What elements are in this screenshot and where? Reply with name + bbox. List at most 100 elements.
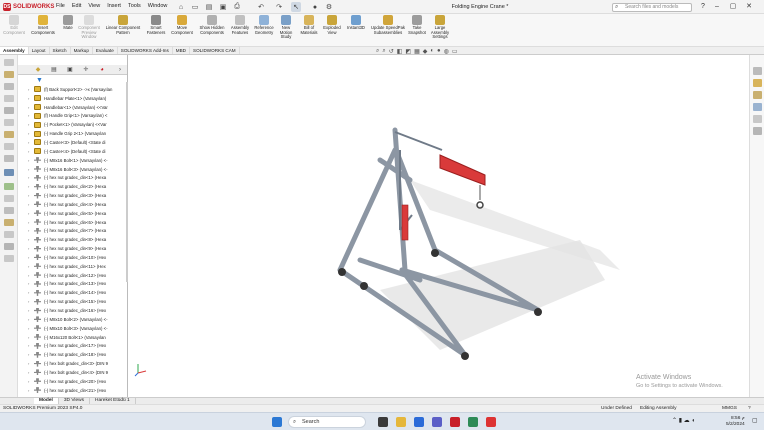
tree-item[interactable]: › (-) hex nut gradec_din<20> (Hex — [28, 377, 127, 386]
menu-tools[interactable]: Tools — [128, 3, 141, 9]
assembly-features-button[interactable]: Assembly Features — [229, 15, 251, 35]
display-manager-tab-icon[interactable]: ◕ — [96, 66, 108, 74]
reference-geometry-button[interactable]: Reference Geometry — [252, 15, 276, 35]
expand-arrow-icon[interactable]: › — [28, 202, 34, 207]
menu-edit[interactable]: Edit — [72, 3, 81, 9]
menu-view[interactable]: View — [88, 3, 100, 9]
expand-arrow-icon[interactable]: › — [28, 220, 34, 225]
tool-icon[interactable] — [4, 169, 14, 176]
tree-item[interactable]: › (f) Handle Grip<1> (Varsayılan) < — [28, 112, 127, 121]
task-view-icon[interactable] — [378, 417, 388, 427]
view-orientation-icon[interactable]: ▦ — [414, 48, 420, 55]
tree-item[interactable]: › (f) Back Support<2> ->x (Varsayılan — [28, 85, 127, 94]
tree-item[interactable]: › (-) hex nut gradec_din<9> (Hexa — [28, 244, 127, 253]
tree-item[interactable]: › (-) hex nut gradec_din<17> (Hex — [28, 341, 127, 350]
options-gear-icon[interactable]: ⚙ — [324, 2, 334, 12]
tool-icon[interactable] — [4, 131, 14, 138]
tree-item[interactable]: › (-) hex nut gradec_din<21> (Hex — [28, 386, 127, 395]
linear-component-pattern-button[interactable]: Linear Component Pattern — [103, 15, 143, 35]
tool-icon[interactable] — [4, 107, 14, 114]
search-input[interactable]: ⌕ Search files and models — [612, 3, 692, 12]
store-icon[interactable] — [432, 417, 442, 427]
notifications-icon[interactable]: ▢ — [752, 417, 758, 424]
hide-show-items-icon[interactable]: ◐ — [430, 48, 434, 55]
tree-item[interactable]: › (-) hex nut gradec_din<15> (Hex — [28, 297, 127, 306]
save-icon[interactable]: ▣ — [218, 2, 228, 12]
view-palette-icon[interactable] — [753, 103, 762, 111]
tool-icon[interactable] — [4, 143, 14, 150]
expand-arrow-icon[interactable]: › — [28, 326, 34, 331]
move-component-button[interactable]: Move Component — [169, 15, 195, 35]
design-library-icon[interactable] — [753, 79, 762, 87]
tree-item[interactable]: › (-) M8x16 Bolt<1> (Varsayılan) <- — [28, 156, 127, 165]
maximize-icon[interactable]: ▢ — [728, 2, 738, 12]
tree-item[interactable]: › (-) hex nut gradec_din<12> (Hex — [28, 271, 127, 280]
appearances-icon[interactable] — [753, 115, 762, 123]
tree-item[interactable]: › (-) hex nut gradec_din<14> (Hex — [28, 288, 127, 297]
feature-manager-tab-icon[interactable]: ◆ — [32, 66, 44, 74]
tool-icon[interactable] — [4, 155, 14, 162]
apply-scene-icon[interactable]: ◍ — [444, 48, 449, 55]
tab-markup[interactable]: Markup — [71, 47, 93, 54]
tree-item[interactable]: › (-) hex nut gradec_din<5> (Hexa — [28, 209, 127, 218]
tab-evaluate[interactable]: Evaluate — [93, 47, 118, 54]
tree-item[interactable]: › (-) Pocket<1> (Varsayılan) <<Var — [28, 120, 127, 129]
exploded-view-button[interactable]: Exploded View — [322, 15, 342, 35]
expand-arrow-icon[interactable]: › — [28, 388, 34, 393]
view-settings-icon[interactable]: ▭ — [452, 48, 458, 55]
configuration-manager-tab-icon[interactable]: ▣ — [64, 66, 76, 74]
expand-arrow-icon[interactable]: › — [28, 211, 34, 216]
tool-icon[interactable] — [4, 207, 14, 214]
taskbar-search[interactable]: ⌕ Search — [288, 416, 366, 428]
undo-icon[interactable]: ↶ — [256, 2, 266, 12]
expand-arrow-icon[interactable]: › — [28, 299, 34, 304]
tree-item[interactable]: › (-) hex nut gradec_din<11> (Hex — [28, 262, 127, 271]
expand-arrow-icon[interactable]: › — [28, 290, 34, 295]
tree-item[interactable]: › (-) hex nut gradec_din<18> (Hex — [28, 350, 127, 359]
large-assembly-settings-button[interactable]: Large Assembly Settings — [429, 15, 451, 40]
excel-icon[interactable] — [468, 417, 478, 427]
edit-appearance-icon[interactable]: ● — [437, 48, 441, 55]
take-snapshot-button[interactable]: Take Snapshot — [407, 15, 427, 35]
display-style-icon[interactable]: ◆ — [423, 48, 428, 55]
tree-item[interactable]: › (-) M8x10 Bolt<2> (Varsayılan) <- — [28, 315, 127, 324]
expand-arrow-icon[interactable]: › — [28, 273, 34, 278]
system-tray-icons[interactable]: ⌃ ▮ ☁ ◖ — [672, 417, 695, 424]
expand-arrow-icon[interactable]: › — [28, 352, 34, 357]
expand-arrow-icon[interactable]: › — [28, 379, 34, 384]
tool-icon[interactable] — [4, 71, 14, 78]
expand-arrow-icon[interactable]: › — [28, 158, 34, 163]
expand-arrow-icon[interactable]: › — [28, 361, 34, 366]
chrome-icon[interactable] — [486, 417, 496, 427]
tool-icon[interactable] — [4, 219, 14, 226]
custom-properties-icon[interactable] — [753, 127, 762, 135]
smart-fasteners-button[interactable]: Smart Fasteners — [145, 15, 167, 35]
tool-icon[interactable] — [4, 243, 14, 250]
rebuild-icon[interactable]: ● — [310, 2, 320, 12]
solidworks-resources-icon[interactable] — [753, 67, 762, 75]
windows-start-icon[interactable] — [272, 417, 282, 427]
status-units[interactable]: MMGS — [722, 405, 737, 412]
show-hidden-components-button[interactable]: Show Hidden Components — [198, 15, 226, 35]
tool-icon[interactable] — [4, 119, 14, 126]
tool-icon[interactable] — [4, 183, 14, 190]
close-icon[interactable]: ✕ — [744, 2, 754, 12]
engine-crane-model[interactable] — [320, 120, 620, 365]
tree-item[interactable]: › (-) hex bolt gradec_din<4> (DIN 9 — [28, 368, 127, 377]
expand-arrow-icon[interactable]: › — [28, 308, 34, 313]
edit-component-button[interactable]: Edit Component — [2, 15, 26, 35]
select-pointer-icon[interactable]: ↖ — [291, 2, 301, 12]
zoom-to-fit-icon[interactable]: ⌕ — [376, 48, 379, 55]
redo-icon[interactable]: ↷ — [274, 2, 284, 12]
tree-item[interactable]: › (-) Caster<3> (Default) <State di — [28, 138, 127, 147]
tree-item[interactable]: › (-) M8x16 Bolt<3> (Varsayılan) <- — [28, 165, 127, 174]
tree-item[interactable]: › (-) hex nut gradec_din<1> (Hexa — [28, 173, 127, 182]
tool-icon[interactable] — [4, 59, 14, 66]
tool-icon[interactable] — [4, 95, 14, 102]
edge-browser-icon[interactable] — [414, 417, 424, 427]
help-icon[interactable]: ? — [698, 2, 708, 12]
tree-item[interactable]: › (-) hex nut gradec_din<16> (Hex — [28, 306, 127, 315]
menu-insert[interactable]: Insert — [107, 3, 121, 9]
property-manager-tab-icon[interactable]: ▤ — [48, 66, 60, 74]
expand-arrow-icon[interactable]: › — [28, 335, 34, 340]
